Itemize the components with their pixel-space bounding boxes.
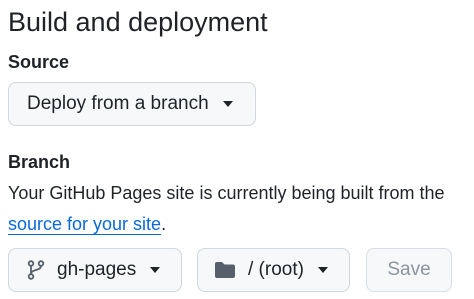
branch-description-line1: Your GitHub Pages site is currently bein… <box>8 183 445 203</box>
branch-description-line2: source for your site. <box>8 209 474 240</box>
source-for-your-site-link[interactable]: source for your site <box>8 214 161 234</box>
source-dropdown-value: Deploy from a branch <box>27 93 209 114</box>
git-branch-icon <box>27 260 45 280</box>
source-label: Source <box>8 52 70 72</box>
branch-select-value: gh-pages <box>57 259 137 280</box>
source-dropdown-button[interactable]: Deploy from a branch <box>8 82 256 126</box>
triangle-down-icon <box>150 267 161 273</box>
section-heading: Build and deployment <box>8 7 268 37</box>
triangle-down-icon <box>317 267 328 273</box>
branch-description-end: . <box>161 214 167 234</box>
branch-description: Your GitHub Pages site is currently bein… <box>8 178 474 240</box>
folder-icon <box>214 261 236 279</box>
branch-label: Branch <box>8 152 71 172</box>
triangle-down-icon <box>222 101 233 107</box>
save-button[interactable]: Save <box>366 248 452 292</box>
folder-select-button[interactable]: / (root) <box>197 248 350 292</box>
branch-select-button[interactable]: gh-pages <box>8 248 182 292</box>
folder-select-value: / (root) <box>248 259 304 280</box>
